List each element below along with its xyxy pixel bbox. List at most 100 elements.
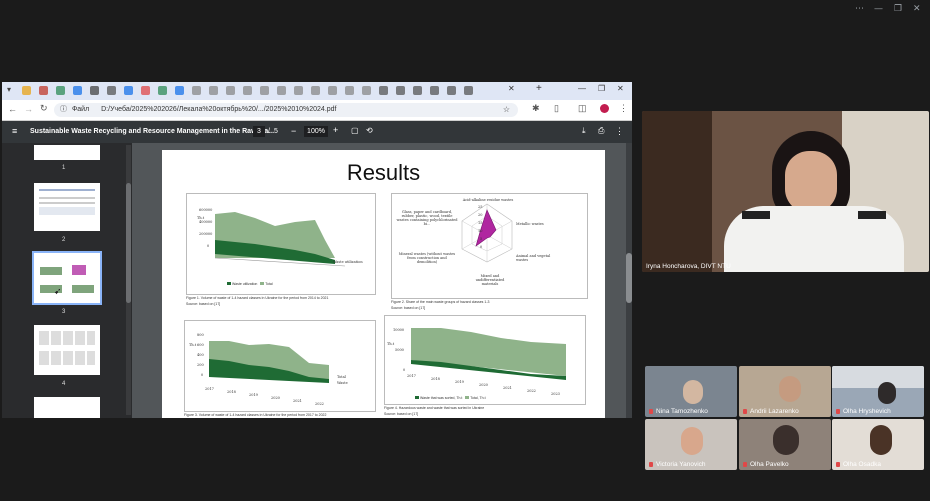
browser-tab-favicon[interactable]: [362, 86, 371, 95]
browser-tab-favicon[interactable]: [260, 86, 269, 95]
zoom-out-icon[interactable]: −: [291, 126, 296, 136]
file-info-icon[interactable]: ⓘ: [60, 106, 67, 113]
figure-3-caption: Figure 3. Volume of waste of 1-4 hazard …: [184, 413, 327, 417]
browser-tab-favicon[interactable]: [464, 86, 473, 95]
thumbnail-number: 2: [62, 237, 66, 243]
participant-tile[interactable]: Nina Tamozhenko: [645, 366, 737, 417]
browser-tab-favicon[interactable]: [90, 86, 99, 95]
pdf-toolbar: ≡ Sustainable Waste Recycling and Resour…: [2, 121, 632, 143]
browser-tab-favicon[interactable]: [39, 86, 48, 95]
participant-tile[interactable]: Victoria Yanovich: [645, 419, 737, 470]
maximize-icon[interactable]: ❐: [894, 4, 902, 14]
page-number-input[interactable]: 3: [253, 126, 265, 137]
print-icon[interactable]: ⎙: [598, 126, 604, 136]
x-tick-label: 2019: [249, 393, 258, 397]
presenter-name: Iryna Honcharova, DIVT NTU: [646, 263, 731, 270]
fit-page-icon[interactable]: ▢: [351, 126, 359, 135]
y-tick-label: 0: [201, 373, 204, 377]
radar-label: Animal and vegetal wastes: [516, 254, 551, 262]
side-panel-icon[interactable]: ◫: [578, 103, 587, 114]
browser-tab-favicon[interactable]: [192, 86, 201, 95]
pdf-viewer: Results Th.t 600000 400000 200000 0 Wast…: [132, 143, 632, 418]
browser-tab-favicon[interactable]: [107, 86, 116, 95]
thumbnail-number: 1: [62, 165, 66, 171]
pdf-more-icon[interactable]: ⋮: [615, 126, 624, 137]
browser-tab-favicon[interactable]: [294, 86, 303, 95]
thumbnail-page-4[interactable]: [34, 325, 100, 375]
address-bar[interactable]: ⓘ Файл D:/Учеба/2025%202026/Лекала%20окт…: [54, 103, 518, 117]
mic-muted-icon: [836, 408, 840, 414]
browser-tab-favicon[interactable]: [158, 86, 167, 95]
minimize-icon[interactable]: —: [874, 4, 883, 14]
viewer-scrollbar[interactable]: [626, 143, 632, 418]
participant-tile[interactable]: Andrii Lazarenko: [739, 366, 831, 417]
thumbnail-page-1[interactable]: [34, 145, 100, 160]
sidebar-scrollbar[interactable]: [126, 145, 131, 415]
browser-tab-favicon[interactable]: [141, 86, 150, 95]
zoom-level-input[interactable]: 100%: [304, 126, 328, 137]
back-icon[interactable]: ←: [8, 104, 17, 114]
reload-icon[interactable]: ↻: [40, 103, 48, 114]
participant-name: Olha Pavelko: [743, 461, 789, 468]
y-tick-label: 0: [403, 368, 406, 372]
y-tick-label: 800: [197, 333, 204, 337]
zoom-in-icon[interactable]: +: [333, 125, 338, 135]
browser-tab-favicon[interactable]: [73, 86, 82, 95]
url-text: D:/Учеба/2025%202026/Лекала%20октябрь%20…: [101, 106, 337, 113]
pdf-menu-icon[interactable]: ≡: [12, 126, 17, 136]
thumbnail-page-2[interactable]: [34, 183, 100, 231]
participant-name: Nina Tamozhenko: [649, 408, 708, 415]
browser-restore-icon[interactable]: ❐: [598, 84, 605, 93]
browser-tab-favicon[interactable]: [379, 86, 388, 95]
figure-3-chart: Th.t 800 600 400 200 0 2017 2018 2019 20…: [184, 320, 376, 412]
participant-tile[interactable]: Olha Pavelko: [739, 419, 831, 470]
browser-tab-favicon[interactable]: [56, 86, 65, 95]
browser-tab-favicon[interactable]: [328, 86, 337, 95]
y-tick-label: 10000: [393, 328, 405, 332]
figure-4-source: Source: based on [17]: [384, 412, 419, 416]
browser-tab-favicon[interactable]: [311, 86, 320, 95]
slide-title: Results: [346, 160, 421, 185]
y-tick-label: 200000: [199, 232, 213, 236]
rotate-icon[interactable]: ⟲: [366, 126, 373, 135]
close-icon[interactable]: ✕: [913, 4, 921, 14]
new-tab-button[interactable]: +: [536, 83, 542, 94]
y-axis-label: Th.t: [387, 342, 395, 346]
radar-label: Metallic wastes: [516, 222, 544, 226]
browser-tab-favicon[interactable]: [277, 86, 286, 95]
close-tab-icon[interactable]: ✕: [508, 84, 515, 93]
browser-menu-icon[interactable]: ⋮: [619, 103, 628, 114]
browser-tab-favicon[interactable]: [396, 86, 405, 95]
download-icon[interactable]: ⤓: [582, 126, 586, 136]
browser-minimize-icon[interactable]: —: [578, 84, 586, 93]
browser-tab-favicon[interactable]: [430, 86, 439, 95]
browser-tab-favicon[interactable]: [124, 86, 133, 95]
browser-tab-favicon[interactable]: [243, 86, 252, 95]
figure-4-chart: Th.t 10000 5000 0 2017 2018 2019 2020 20…: [384, 315, 586, 405]
mic-muted-icon: [743, 408, 747, 414]
extensions-icon[interactable]: ✱: [532, 103, 540, 114]
more-options-icon[interactable]: ⋯: [855, 4, 864, 14]
tab-search-icon[interactable]: ▾: [7, 85, 11, 94]
participant-tile[interactable]: Olha Hryshevich: [832, 366, 924, 417]
page-total: 5: [274, 128, 278, 135]
browser-tab-favicon[interactable]: [345, 86, 354, 95]
thumbnail-page-5[interactable]: [34, 397, 100, 418]
browser-tab-favicon[interactable]: [226, 86, 235, 95]
series-label: Total: [337, 375, 346, 379]
browser-tab-favicon[interactable]: [209, 86, 218, 95]
browser-tab-favicon[interactable]: [175, 86, 184, 95]
browser-tab-favicon[interactable]: [447, 86, 456, 95]
presenter-video-tile[interactable]: Iryna Honcharova, DIVT NTU: [642, 111, 929, 272]
profile-avatar[interactable]: [600, 104, 609, 113]
forward-icon[interactable]: →: [24, 104, 33, 114]
participant-tile[interactable]: Olha Osadka: [832, 419, 924, 470]
browser-close-icon[interactable]: ✕: [617, 84, 624, 93]
thumbnail-page-3[interactable]: ➹: [32, 251, 102, 305]
figure-3-plot: [209, 341, 329, 383]
browser-tab-favicon[interactable]: [413, 86, 422, 95]
reading-list-icon[interactable]: ▯: [554, 103, 559, 114]
browser-tab-favicon[interactable]: [22, 86, 31, 95]
bookmark-star-icon[interactable]: ☆: [503, 103, 510, 117]
x-tick-label: 2018: [431, 377, 440, 381]
